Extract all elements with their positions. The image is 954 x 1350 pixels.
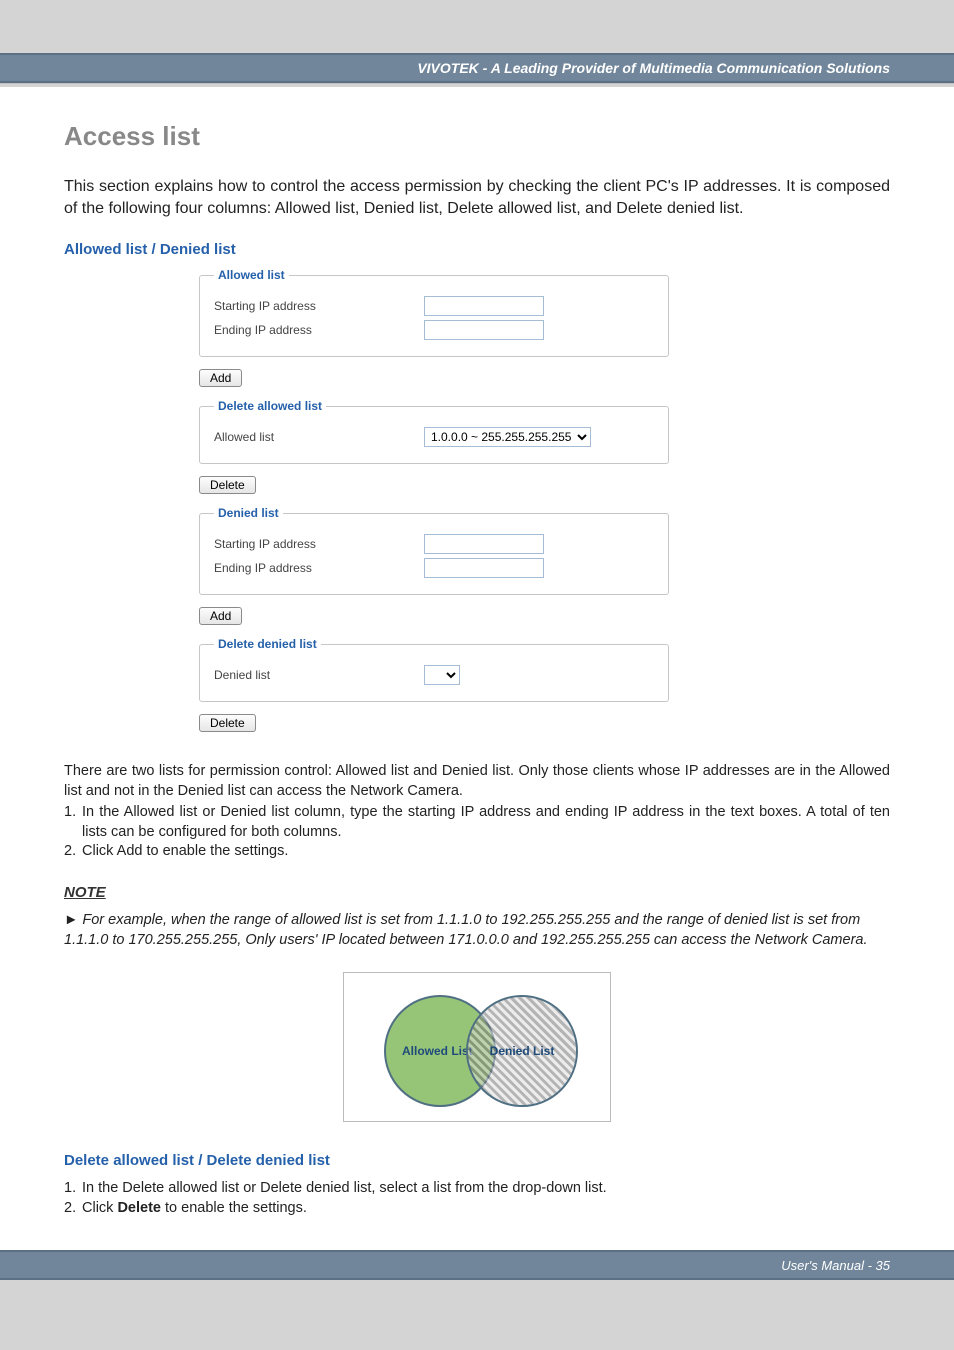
denied-list-fieldset: Denied list Starting IP address Ending I… xyxy=(199,506,669,595)
allowed-start-input[interactable] xyxy=(424,296,544,316)
delete-denied-fieldset: Delete denied list Denied list xyxy=(199,637,669,702)
body-paragraph-1: There are two lists for permission contr… xyxy=(64,762,890,801)
delete-allowed-fieldset: Delete allowed list Allowed list 1.0.0.0… xyxy=(199,399,669,464)
denied-end-label: Ending IP address xyxy=(214,561,424,575)
venn-denied-circle: Denied List xyxy=(466,995,578,1107)
venn-diagram: Allowed List Denied List xyxy=(343,972,611,1122)
denied-list-legend: Denied list xyxy=(214,506,283,520)
top-margin xyxy=(0,0,954,53)
header-brand: VIVOTEK - A Leading Provider of Multimed… xyxy=(417,60,890,76)
allowed-end-label: Ending IP address xyxy=(214,323,424,337)
delete-allowed-select[interactable]: 1.0.0.0 ~ 255.255.255.255 xyxy=(424,427,591,447)
allowed-end-input[interactable] xyxy=(424,320,544,340)
header-bar: VIVOTEK - A Leading Provider of Multimed… xyxy=(0,53,954,83)
page-content: Access list This section explains how to… xyxy=(0,87,954,1250)
denied-end-input[interactable] xyxy=(424,558,544,578)
allowed-start-label: Starting IP address xyxy=(214,299,424,313)
denied-add-button[interactable]: Add xyxy=(199,607,242,625)
step2-1: In the Delete allowed list or Delete den… xyxy=(82,1179,890,1199)
steps-list-2: 1.In the Delete allowed list or Delete d… xyxy=(64,1179,890,1218)
footer-text: User's Manual - 35 xyxy=(781,1258,890,1273)
delete-denied-select[interactable] xyxy=(424,665,460,685)
note-heading: NOTE xyxy=(64,884,890,901)
bottom-margin xyxy=(0,1280,954,1312)
delete-denied-button[interactable]: Delete xyxy=(199,714,256,732)
note-body: ► For example, when the range of allowed… xyxy=(64,911,890,950)
steps-list-1: 1.In the Allowed list or Denied list col… xyxy=(64,803,890,862)
venn-denied-label: Denied List xyxy=(490,1044,555,1058)
delete-allowed-button[interactable]: Delete xyxy=(199,476,256,494)
allowed-list-legend: Allowed list xyxy=(214,268,289,282)
denied-start-input[interactable] xyxy=(424,534,544,554)
step1-2: Click Add to enable the settings. xyxy=(82,842,890,862)
denied-start-label: Starting IP address xyxy=(214,537,424,551)
delete-denied-label: Denied list xyxy=(214,668,424,682)
section-delete-lists-title: Delete allowed list / Delete denied list xyxy=(64,1152,890,1169)
delete-denied-legend: Delete denied list xyxy=(214,637,321,651)
page-title: Access list xyxy=(64,121,890,152)
access-list-ui: Allowed list Starting IP address Ending … xyxy=(199,268,669,744)
allowed-list-fieldset: Allowed list Starting IP address Ending … xyxy=(199,268,669,357)
delete-allowed-label: Allowed list xyxy=(214,430,424,444)
step2-2: Click Delete to enable the settings. xyxy=(82,1199,890,1219)
delete-allowed-legend: Delete allowed list xyxy=(214,399,326,413)
venn-allowed-label: Allowed List xyxy=(402,1044,473,1058)
intro-paragraph: This section explains how to control the… xyxy=(64,176,890,219)
step1-1: In the Allowed list or Denied list colum… xyxy=(82,803,890,842)
section-allowed-denied-title: Allowed list / Denied list xyxy=(64,241,890,258)
footer-bar: User's Manual - 35 xyxy=(0,1250,954,1280)
allowed-add-button[interactable]: Add xyxy=(199,369,242,387)
